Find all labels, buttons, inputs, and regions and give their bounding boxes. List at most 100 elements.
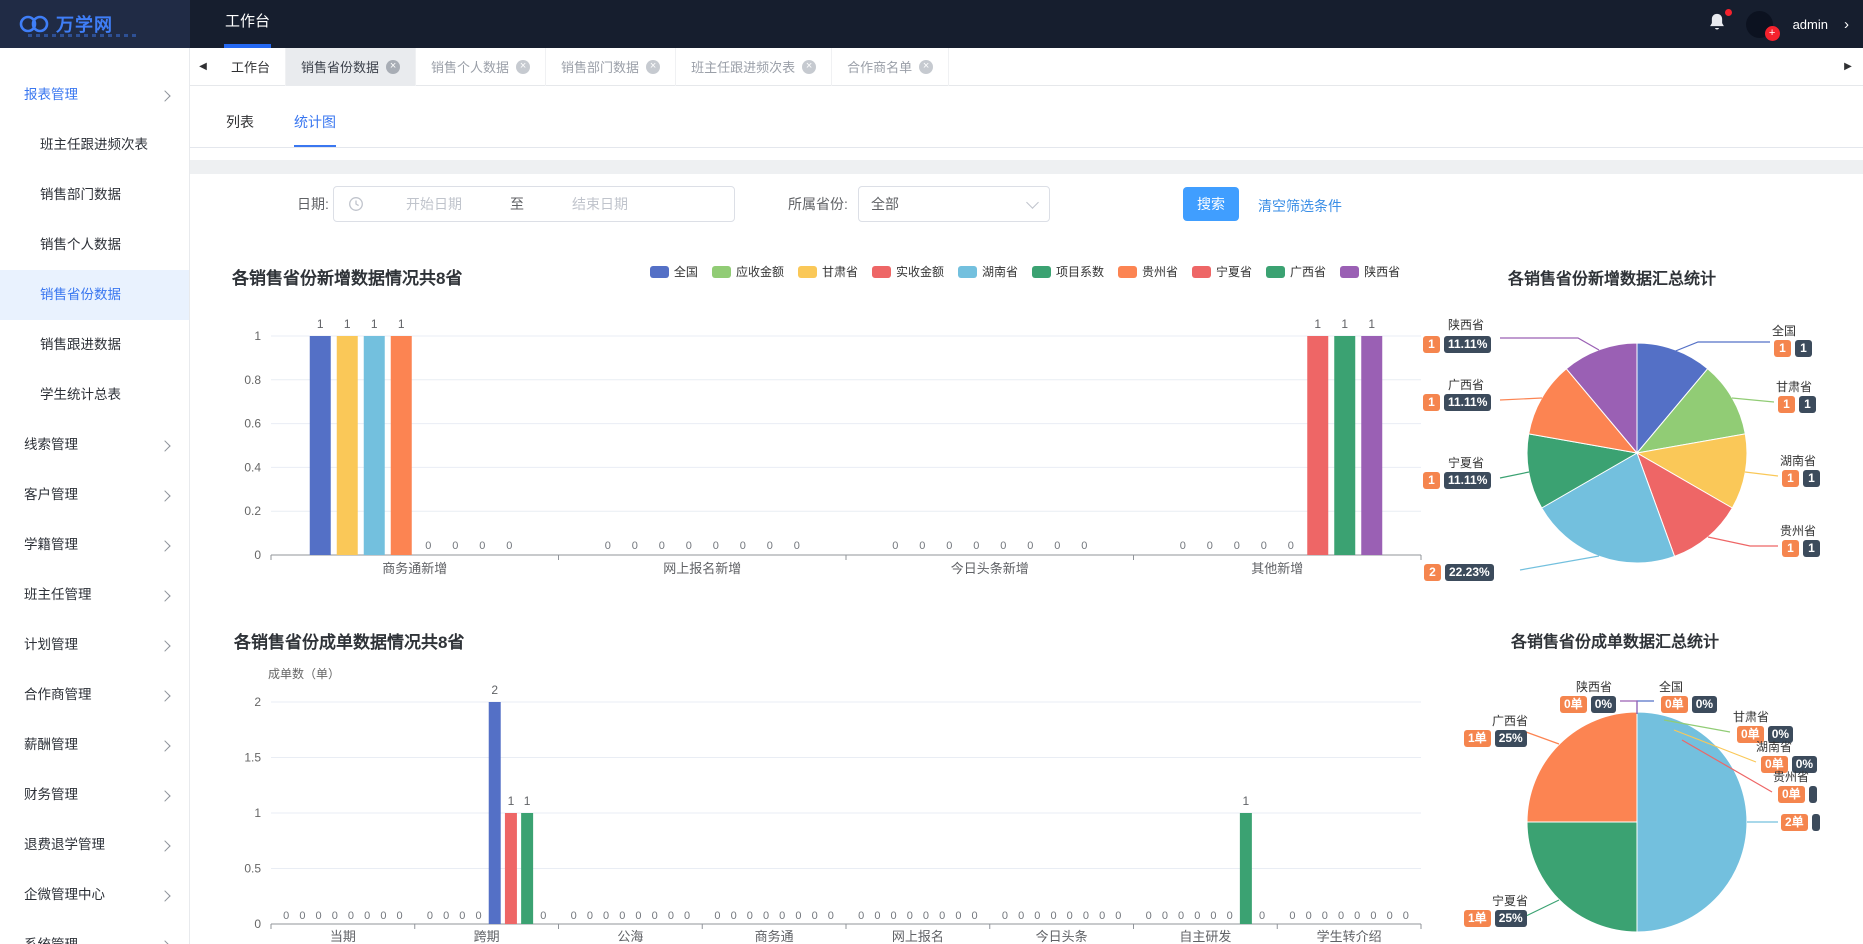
svg-text:0: 0 [603, 910, 609, 922]
sidebar-item-5[interactable]: 销售跟进数据 [0, 320, 189, 370]
legend-item-4[interactable]: 湖南省 [958, 263, 1018, 280]
svg-text:0: 0 [443, 910, 449, 922]
legend-item-8[interactable]: 广西省 [1266, 263, 1326, 280]
tab-3[interactable]: 销售部门数据× [546, 48, 676, 86]
legend-item-5[interactable]: 项目系数 [1032, 263, 1104, 280]
svg-text:0: 0 [380, 910, 386, 922]
value-badge: 1 [1423, 336, 1440, 353]
sidebar-item-label: 退费退学管理 [24, 837, 105, 852]
sidebar-item-6[interactable]: 学生统计总表 [0, 370, 189, 420]
avatar[interactable]: + [1746, 11, 1773, 38]
nav-workbench[interactable]: 工作台 [224, 0, 271, 48]
sidebar-item-14[interactable]: 财务管理 [0, 770, 189, 820]
svg-text:0: 0 [506, 540, 512, 552]
tab-close-icon[interactable]: × [646, 60, 660, 74]
svg-text:0: 0 [973, 540, 979, 552]
tab-close-icon[interactable]: × [802, 60, 816, 74]
sidebar-item-2[interactable]: 销售部门数据 [0, 170, 189, 220]
percent-badge: 25% [1495, 910, 1527, 927]
pie-slice-广西省[interactable] [1527, 712, 1637, 822]
svg-text:0: 0 [1146, 910, 1152, 922]
pie-label-badges: 11 [1778, 396, 1816, 413]
tab-close-icon[interactable]: × [919, 60, 933, 74]
legend-item-7[interactable]: 宁夏省 [1192, 263, 1252, 280]
svg-text:0: 0 [794, 540, 800, 552]
legend-item-9[interactable]: 陕西省 [1340, 263, 1400, 280]
clock-icon [348, 196, 364, 212]
sidebar: 报表管理班主任跟进频次表销售部门数据销售个人数据销售省份数据销售跟进数据学生统计… [0, 48, 190, 944]
subtab-list[interactable]: 列表 [226, 100, 254, 147]
tab-0[interactable]: 工作台 [216, 48, 286, 86]
start-date-placeholder[interactable]: 开始日期 [406, 194, 462, 214]
sidebar-item-15[interactable]: 退费退学管理 [0, 820, 189, 870]
svg-text:1: 1 [398, 317, 405, 331]
svg-text:0: 0 [1083, 910, 1089, 922]
tab-4[interactable]: 班主任跟进频次表× [676, 48, 832, 86]
tab-5[interactable]: 合作商名单 × [832, 48, 949, 86]
pie-label-badges: 11 [1782, 540, 1820, 557]
tabs-scroll-right-icon[interactable]: ▶ [1835, 61, 1861, 72]
sidebar-item-9[interactable]: 学籍管理 [0, 520, 189, 570]
clear-filters-link[interactable]: 清空筛选条件 [1258, 196, 1342, 216]
svg-text:学生转介绍: 学生转介绍 [1317, 929, 1382, 944]
sidebar-item-11[interactable]: 计划管理 [0, 620, 189, 670]
logo[interactable]: 万学网 [0, 0, 190, 48]
notification-bell-icon[interactable] [1706, 11, 1732, 37]
sidebar-item-7[interactable]: 线索管理 [0, 420, 189, 470]
sidebar-item-label: 销售省份数据 [40, 287, 121, 302]
user-menu-chevron-icon[interactable]: › [1844, 16, 1849, 33]
username[interactable]: admin [1793, 17, 1828, 32]
legend-item-6[interactable]: 贵州省 [1118, 263, 1178, 280]
province-select[interactable]: 全部 [858, 186, 1050, 222]
pie-slice-unnamed[interactable] [1637, 712, 1747, 932]
bar-chart-deal-data: 00.511.52成单数（单）当期跨期公海商务通网上报名今日头条自主研发学生转介… [220, 650, 1470, 944]
tabs-scroll-left-icon[interactable]: ◀ [190, 61, 216, 72]
legend-item-2[interactable]: 甘肃省 [798, 263, 858, 280]
svg-text:0: 0 [587, 910, 593, 922]
svg-text:0: 0 [1162, 910, 1168, 922]
sidebar-item-17[interactable]: 系统管理 [0, 920, 189, 944]
svg-text:0: 0 [714, 910, 720, 922]
subtab-statistics[interactable]: 统计图 [294, 100, 336, 147]
tab-close-icon[interactable]: × [386, 60, 400, 74]
legend-item-0[interactable]: 全国 [650, 263, 698, 280]
sidebar-item-label: 线索管理 [24, 437, 78, 452]
legend-item-1[interactable]: 应收金额 [712, 263, 784, 280]
svg-text:0: 0 [740, 540, 746, 552]
svg-text:1: 1 [371, 317, 378, 331]
sidebar-item-8[interactable]: 客户管理 [0, 470, 189, 520]
pie-label-name: 贵州省 [1773, 768, 1809, 785]
value-badge: 0单 [1778, 786, 1805, 803]
date-range-input[interactable]: 开始日期 至 结束日期 [333, 186, 735, 222]
sidebar-item-3[interactable]: 销售个人数据 [0, 220, 189, 270]
legend-swatch [1192, 266, 1211, 278]
svg-text:0: 0 [605, 540, 611, 552]
chevron-right-icon [159, 590, 170, 601]
tab-2[interactable]: 销售个人数据× [416, 48, 546, 86]
chevron-right-icon [159, 640, 170, 651]
tab-1[interactable]: 销售省份数据× [286, 48, 416, 86]
sidebar-item-13[interactable]: 薪酬管理 [0, 720, 189, 770]
tab-label: 合作商名单 [847, 57, 912, 76]
sidebar-item-10[interactable]: 班主任管理 [0, 570, 189, 620]
svg-text:0: 0 [919, 540, 925, 552]
sidebar-item-1[interactable]: 班主任跟进频次表 [0, 120, 189, 170]
tab-close-icon[interactable]: × [516, 60, 530, 74]
svg-text:0: 0 [1115, 910, 1121, 922]
sidebar-item-12[interactable]: 合作商管理 [0, 670, 189, 720]
chevron-right-icon [159, 890, 170, 901]
sidebar-item-4[interactable]: 销售省份数据 [0, 270, 189, 320]
app-root: { "header": { "logo_text": "万学网", "nav_w… [0, 0, 1863, 944]
legend-item-3[interactable]: 实收金额 [872, 263, 944, 280]
pie-slice-宁夏省[interactable] [1527, 822, 1637, 932]
search-button[interactable]: 搜索 [1183, 187, 1239, 221]
sidebar-item-0[interactable]: 报表管理 [0, 70, 189, 120]
sidebar-item-16[interactable]: 企微管理中心 [0, 870, 189, 920]
svg-text:0: 0 [479, 540, 485, 552]
subtabs-card: 列表 统计图 [190, 86, 1863, 160]
svg-text:0: 0 [254, 917, 261, 931]
bar-chart-2-title: 各销售省份成单数据情况共8省 [234, 628, 464, 653]
percent-badge: 1 [1799, 396, 1816, 413]
pie-label-badges: 0单0% [1661, 696, 1717, 713]
end-date-placeholder[interactable]: 结束日期 [572, 194, 628, 214]
